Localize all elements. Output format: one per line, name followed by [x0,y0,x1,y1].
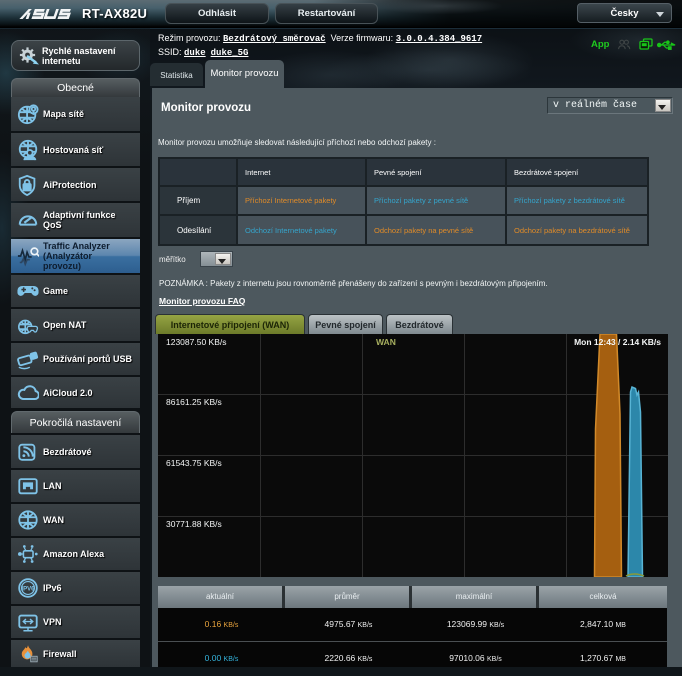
svg-text:Mon 12:43 / 2.14 KB/s: Mon 12:43 / 2.14 KB/s [574,337,661,347]
svg-text:IPV6: IPV6 [21,587,35,593]
svg-text:30771.88 KB/s: 30771.88 KB/s [166,519,222,529]
svg-text:61543.75 KB/s: 61543.75 KB/s [166,458,222,468]
svg-text:WAN: WAN [376,337,396,347]
svg-text:123087.50 KB/s: 123087.50 KB/s [166,337,227,347]
svg-text:86161.25 KB/s: 86161.25 KB/s [166,397,222,407]
